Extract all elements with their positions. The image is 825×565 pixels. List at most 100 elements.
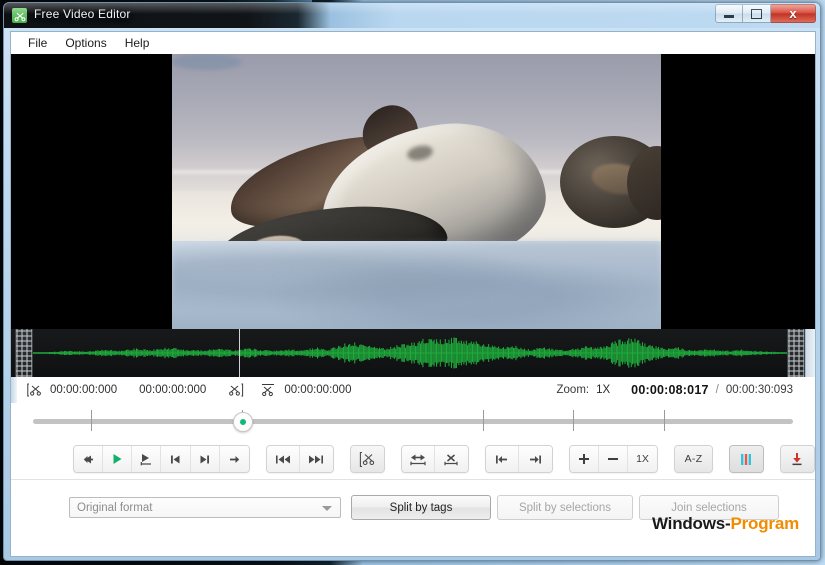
step-back-button[interactable] — [74, 446, 104, 472]
goto-next-mark-button[interactable] — [518, 446, 552, 472]
seek-tick — [483, 410, 484, 431]
step-forward-button[interactable] — [219, 446, 249, 472]
zoom-button-group: 1X — [568, 445, 659, 473]
save-button-group — [779, 445, 815, 473]
maximize-button[interactable] — [743, 4, 771, 23]
chevron-down-icon — [322, 506, 332, 511]
prev-frame-button[interactable] — [161, 446, 191, 472]
waveform-graphic[interactable] — [33, 329, 787, 377]
current-time: 00:00:08:017 — [631, 383, 709, 397]
seek-handle[interactable] — [233, 412, 253, 432]
waveform-scrollbar[interactable] — [805, 329, 815, 377]
selection-duration-timecode[interactable]: 00:00:00:000 — [139, 384, 206, 396]
video-stage[interactable] — [11, 54, 815, 329]
selection-timecode[interactable]: 00:00:00:000 — [284, 384, 351, 396]
left-right-arrows-icon — [410, 454, 426, 465]
minus-icon — [607, 458, 618, 460]
split-by-tags-button[interactable]: Split by tags — [351, 495, 491, 520]
total-time: 00:00:30:093 — [725, 384, 793, 396]
download-arrow-icon — [792, 453, 802, 466]
watermark-part-1: Windows- — [651, 514, 731, 533]
tags-button-group — [728, 445, 764, 473]
close-icon: x — [789, 6, 797, 21]
zoom-and-position-group: Zoom: 1X 00:00:08:017 / 00:00:30:093 — [557, 377, 794, 403]
bottom-bar: Original format Split by tags Split by s… — [11, 479, 815, 542]
x-underline-icon — [444, 453, 458, 465]
minimize-icon — [724, 14, 734, 18]
close-button[interactable]: x — [771, 4, 816, 23]
clear-selection-button[interactable] — [434, 446, 468, 472]
menu-item-help[interactable]: Help — [116, 34, 159, 52]
seek-handle-dot — [240, 419, 246, 425]
zoom-label: Zoom: — [556, 384, 590, 396]
play-to-mark-icon — [141, 453, 152, 465]
time-separator: / — [715, 384, 719, 396]
save-download-button[interactable] — [780, 446, 814, 472]
seek-track[interactable] — [33, 419, 793, 424]
scissors-underline-icon — [260, 383, 276, 397]
color-bars-icon — [741, 453, 752, 465]
skip-back-icon — [171, 455, 180, 463]
video-preview[interactable] — [172, 54, 661, 329]
timecode-bar: 00:00:00:000 00:00:00:000 00:00:00:000 Z… — [11, 377, 815, 403]
minimize-button[interactable] — [715, 4, 743, 23]
jump-start-button[interactable] — [266, 446, 300, 472]
goto-prev-mark-button[interactable] — [485, 446, 519, 472]
selection-tools-group — [400, 445, 469, 473]
play-icon — [113, 454, 122, 464]
plus-icon — [578, 454, 589, 464]
sort-az-button[interactable]: A-Z — [675, 446, 712, 472]
jump-end-button[interactable] — [299, 446, 333, 472]
left-rail — [11, 377, 17, 403]
seek-bar[interactable] — [11, 403, 815, 439]
scissors-bracket-right-icon — [228, 383, 244, 397]
window-title: Free Video Editor — [34, 7, 131, 21]
split-by-selections-button[interactable]: Split by selections — [497, 495, 633, 520]
menu-item-file[interactable]: File — [19, 34, 56, 52]
skip-forward-icon — [200, 455, 209, 463]
skip-button-group — [265, 445, 334, 473]
seek-tick — [91, 410, 92, 431]
fast-forward-end-icon — [309, 455, 324, 463]
scissors-bracket-icon — [360, 451, 375, 467]
waveform-playhead[interactable] — [239, 329, 240, 377]
play-button[interactable] — [103, 446, 133, 472]
tags-button[interactable] — [729, 446, 763, 472]
scissors-bracket-left-icon — [27, 383, 43, 397]
transport-button-group — [73, 445, 250, 473]
arrow-left-icon — [83, 455, 93, 463]
cut-button[interactable] — [350, 446, 384, 472]
scissors-icon — [12, 8, 27, 23]
ice-shadow — [172, 54, 242, 70]
cut-button-group — [349, 445, 385, 473]
play-to-mark-button[interactable] — [132, 446, 162, 472]
audio-waveform-panel[interactable] — [11, 329, 815, 377]
application-window: Free Video Editor x File Options Help 00… — [3, 2, 821, 561]
zoom-reset-button[interactable]: 1X — [627, 446, 658, 472]
mark-left-icon — [495, 455, 507, 463]
format-select-value: Original format — [77, 501, 153, 514]
sort-button-group: A-Z — [674, 445, 713, 473]
window-controls: x — [715, 4, 816, 23]
next-frame-button[interactable] — [190, 446, 220, 472]
a-z-icon: A-Z — [684, 453, 703, 465]
waveform-left-grip[interactable] — [15, 329, 33, 377]
menu-item-options[interactable]: Options — [56, 34, 115, 52]
seek-tick — [573, 410, 574, 431]
zoom-in-button[interactable] — [569, 446, 599, 472]
title-bar[interactable]: Free Video Editor x — [4, 3, 820, 28]
seek-tick — [664, 410, 665, 431]
zoom-out-button[interactable] — [598, 446, 628, 472]
rewind-start-icon — [275, 455, 290, 463]
select-range-button[interactable] — [401, 446, 435, 472]
format-select[interactable]: Original format — [69, 497, 341, 518]
mark-in-timecode[interactable]: 00:00:00:000 — [50, 384, 117, 396]
mark-in-group: 00:00:00:000 — [27, 383, 117, 397]
arrow-right-icon — [229, 455, 239, 463]
maximize-icon — [751, 8, 762, 19]
mark-right-icon — [530, 455, 542, 463]
zoom-value[interactable]: 1X — [596, 384, 610, 396]
zoom-1x-icon: 1X — [636, 453, 649, 465]
waveform-right-grip[interactable] — [787, 329, 805, 377]
watermark: Windows-Program — [652, 514, 799, 534]
